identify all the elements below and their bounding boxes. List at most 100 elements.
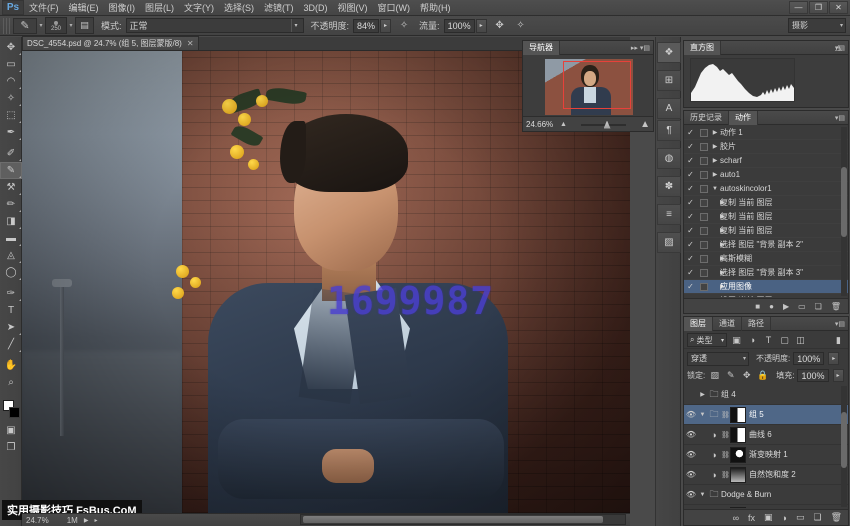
warning-icon[interactable]: ⚠ <box>835 44 842 53</box>
menu-edit[interactable]: 编辑(E) <box>64 0 104 16</box>
chevron-right-icon[interactable]: ▶ <box>710 227 720 234</box>
layer-visibility-toggle[interactable]: 👁 <box>684 410 698 419</box>
info-panel-icon[interactable]: ▨ <box>657 232 681 253</box>
chevron-right-icon[interactable]: ▶ <box>710 199 720 206</box>
navigator-zoom-value[interactable]: 24.66% <box>526 120 556 129</box>
zoom-in-icon[interactable]: ▲ <box>640 119 650 130</box>
action-toggle-check[interactable]: ✓ <box>684 170 697 179</box>
tab-histogram[interactable]: 直方图 <box>684 41 721 55</box>
status-more-icon[interactable]: ▸ <box>94 517 97 524</box>
mask-link-icon[interactable]: ⛓ <box>721 451 730 459</box>
action-row[interactable]: ✓ ▶ 复制 当前 图层 <box>684 210 848 224</box>
layer-mask-thumbnail[interactable] <box>730 427 746 443</box>
opacity-stepper[interactable]: ▸ <box>380 19 391 33</box>
layer-opacity-input[interactable]: 100% <box>793 352 824 365</box>
chevron-down-icon[interactable]: ▼ <box>698 492 707 498</box>
action-toggle-check[interactable]: ✓ <box>684 226 697 235</box>
record-icon[interactable]: ● <box>769 302 774 311</box>
chevron-right-icon[interactable]: ▶ <box>710 255 720 262</box>
layer-visibility-toggle[interactable]: 👁 <box>684 450 698 459</box>
filter-shape-icon[interactable]: ▢ <box>778 333 791 347</box>
menu-window[interactable]: 窗口(W) <box>373 0 416 16</box>
panel-menu-icon[interactable]: ▾▤ <box>835 114 845 122</box>
scrollbar-thumb[interactable] <box>303 516 603 523</box>
paragraph-panel-icon[interactable]: ¶ <box>657 120 681 141</box>
clone-stamp-tool[interactable]: ⚒ <box>0 179 22 196</box>
layer-filter-type-select[interactable]: ⌕ 类型 ▾ <box>687 333 727 347</box>
delete-icon[interactable]: 🗑 <box>831 302 841 311</box>
brush-presets-icon[interactable]: ✽ <box>657 176 681 197</box>
action-row[interactable]: ✓ ▶ 高斯模糊 <box>684 252 848 266</box>
properties-panel-icon[interactable]: ≡ <box>657 204 681 225</box>
panel-menu-icon[interactable]: ▾▤ <box>835 320 845 328</box>
action-row[interactable]: ✓ ▶ 设置 当前 图层 <box>684 294 848 297</box>
pressure-opacity-icon[interactable]: ✧ <box>396 18 412 34</box>
styles-panel-icon[interactable]: ◍ <box>657 148 681 169</box>
action-row[interactable]: ✓ ▼ autoskincolor1 <box>684 182 848 196</box>
flow-stepper[interactable]: ▸ <box>476 19 487 33</box>
action-dialog-toggle[interactable] <box>697 171 710 179</box>
layer-row[interactable]: ▶ 🗀 组 4 <box>684 385 848 405</box>
layer-row[interactable]: 👁 ◑ ⛓ 渐变映射 1 <box>684 445 848 465</box>
adjustment-layer-icon[interactable]: ◑ <box>782 513 787 523</box>
lock-transparent-icon[interactable]: ▨ <box>708 369 721 383</box>
new-layer-icon[interactable]: ❏ <box>813 512 821 523</box>
action-dialog-toggle[interactable] <box>697 213 710 221</box>
background-color-swatch[interactable] <box>9 407 20 418</box>
pen-tool[interactable]: ✑ <box>0 285 22 302</box>
menu-filter[interactable]: 滤镜(T) <box>259 0 299 16</box>
character-panel-icon[interactable]: A <box>657 98 681 119</box>
lock-image-icon[interactable]: ✎ <box>724 369 737 383</box>
path-selection-tool[interactable]: ➤ <box>0 319 22 336</box>
action-toggle-check[interactable]: ✓ <box>684 240 697 249</box>
actions-list[interactable]: ✓ ▶ 动作 1 ✓ ▶ 胶片 ✓ ▶ scharf ✓ ▶ aut <box>684 126 848 297</box>
layer-row[interactable]: 👁 ▼ 🗀 Dodge & Burn <box>684 485 848 505</box>
action-dialog-toggle[interactable] <box>697 269 710 277</box>
eyedropper-tool[interactable]: ✒ <box>0 124 22 141</box>
brush-panel-toggle-icon[interactable]: ▤ <box>75 17 94 34</box>
brush-preset-chevron-icon[interactable]: ▾ <box>37 22 45 29</box>
filter-pixel-icon[interactable]: ▣ <box>730 333 743 347</box>
adjustments-panel-icon[interactable]: ⊞ <box>657 70 681 91</box>
chevron-right-icon[interactable]: ▶ <box>710 269 720 276</box>
action-toggle-check[interactable]: ✓ <box>684 156 697 165</box>
menu-select[interactable]: 选择(S) <box>219 0 259 16</box>
link-layers-icon[interactable]: ∞ <box>733 513 739 523</box>
panel-menu-icon[interactable]: ▾▤ <box>640 44 650 52</box>
brush-size-preview[interactable]: 250 <box>45 17 67 34</box>
close-icon[interactable]: ✕ <box>187 39 194 48</box>
action-row[interactable]: ✓ ▶ 选择 图层 "背景 副本 2" <box>684 238 848 252</box>
filter-toggle-icon[interactable]: ▮ <box>832 333 845 347</box>
add-mask-icon[interactable]: ▣ <box>764 512 773 523</box>
action-toggle-check[interactable]: ✓ <box>684 212 697 221</box>
close-icon[interactable]: ✕ <box>829 1 848 14</box>
action-row[interactable]: ✓ ▶ auto1 <box>684 168 848 182</box>
chevron-right-icon[interactable]: ▶ <box>710 143 720 150</box>
action-row[interactable]: ✓ ▶ 动作 1 <box>684 126 848 140</box>
spot-healing-tool[interactable]: ✐ <box>0 145 22 162</box>
menu-layer[interactable]: 图层(L) <box>140 0 179 16</box>
new-set-icon[interactable]: ▭ <box>798 302 806 311</box>
chevron-right-icon[interactable]: ▶ <box>710 129 720 136</box>
gradient-tool[interactable]: ▬ <box>0 230 22 247</box>
action-row[interactable]: ✓ ▶ 复制 当前 图层 <box>684 224 848 238</box>
menu-3d[interactable]: 3D(D) <box>299 0 333 16</box>
action-row[interactable]: ✓ ▶ 选择 图层 "背景 副本 3" <box>684 266 848 280</box>
menu-help[interactable]: 帮助(H) <box>415 0 456 16</box>
color-swatches[interactable] <box>0 398 22 422</box>
minimize-icon[interactable]: — <box>789 1 808 14</box>
chevron-right-icon[interactable]: ▶ <box>710 213 720 220</box>
tab-paths[interactable]: 路径 <box>742 317 771 331</box>
marquee-tool[interactable]: ▭ <box>0 56 22 73</box>
lasso-tool[interactable]: ◠ <box>0 73 22 90</box>
action-toggle-check[interactable]: ✓ <box>684 254 697 263</box>
action-dialog-toggle[interactable] <box>697 241 710 249</box>
quick-selection-tool[interactable]: ✧ <box>0 90 22 107</box>
mask-link-icon[interactable]: ⛓ <box>721 411 730 419</box>
menu-image[interactable]: 图像(I) <box>104 0 141 16</box>
move-tool[interactable]: ✥ <box>0 39 22 56</box>
chevron-down-icon[interactable]: ▼ <box>710 186 720 192</box>
new-group-icon[interactable]: ▭ <box>796 512 805 523</box>
chevron-right-icon[interactable]: ▶ <box>710 241 720 248</box>
action-row[interactable]: ✓ ▶ 胶片 <box>684 140 848 154</box>
